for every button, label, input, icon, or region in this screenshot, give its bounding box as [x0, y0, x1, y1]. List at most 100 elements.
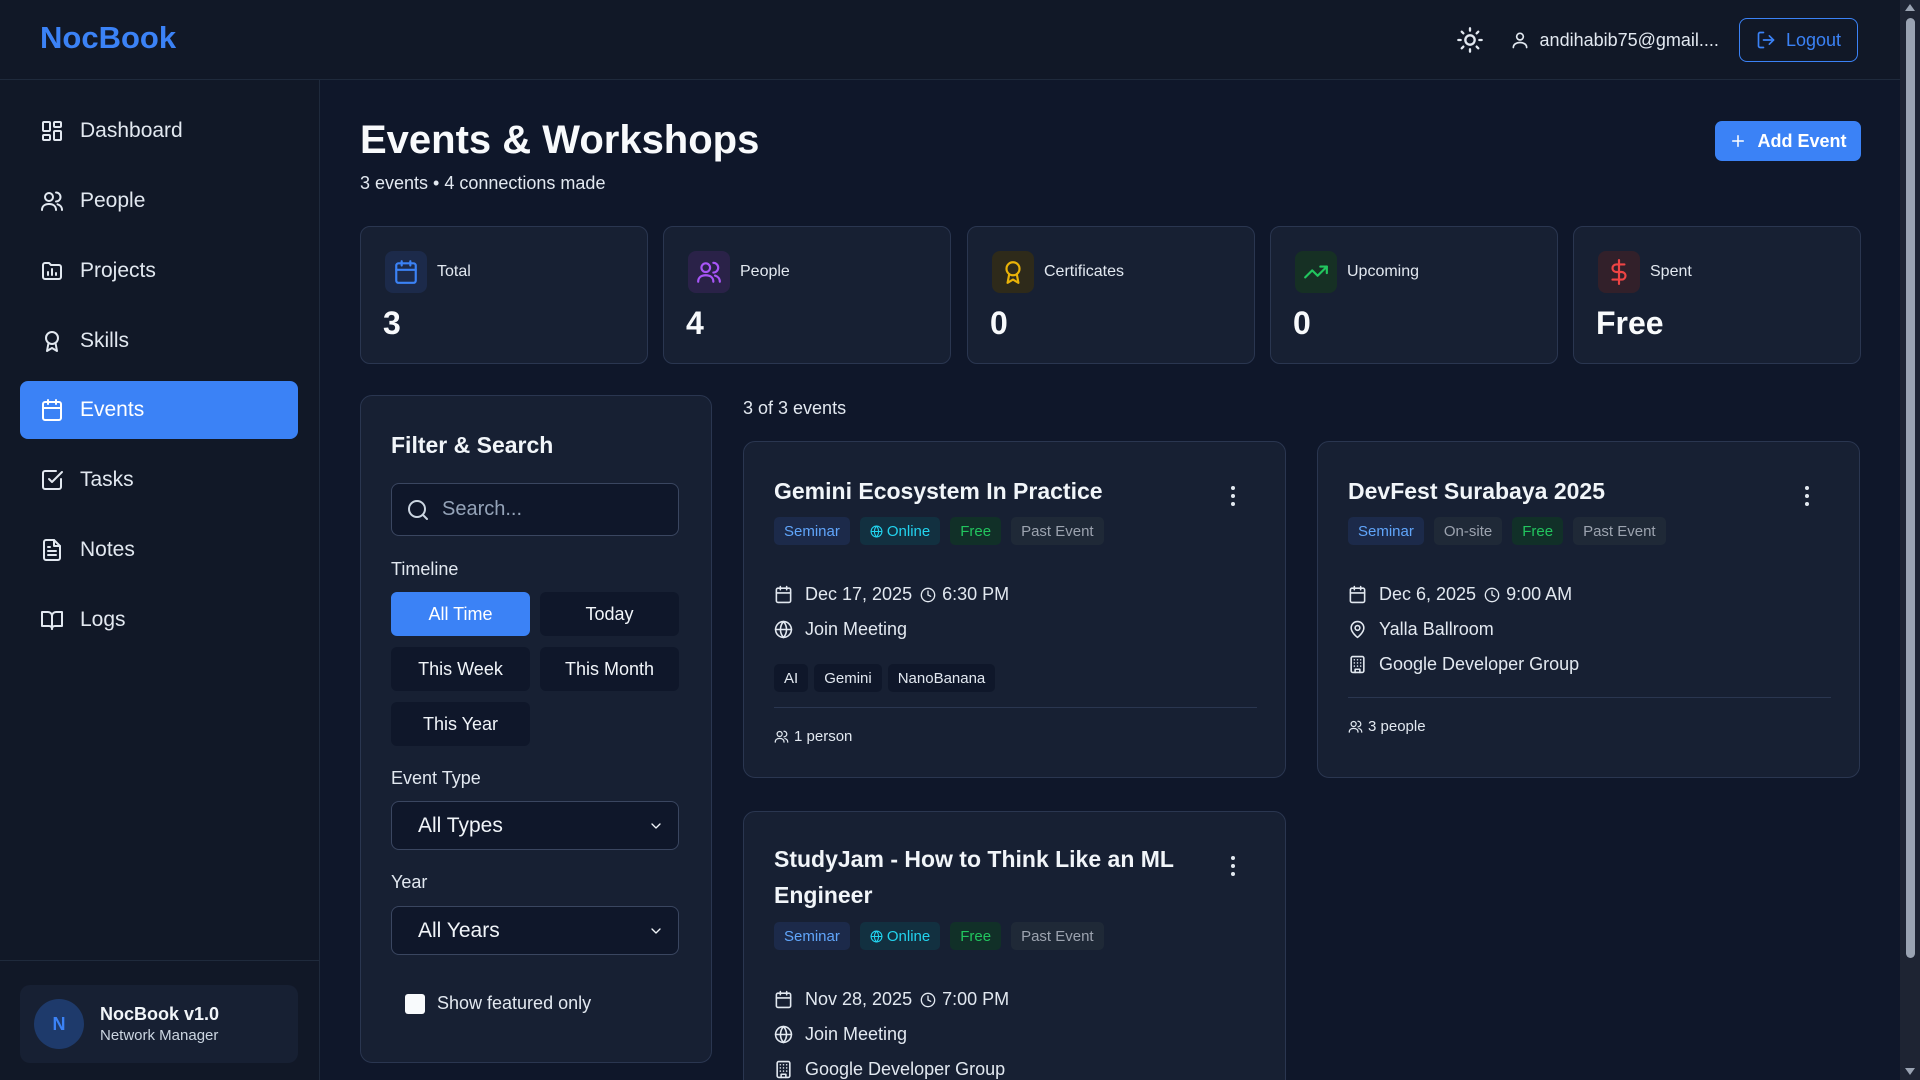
- price-badge: Free: [1512, 517, 1564, 545]
- sidebar-item-label: Projects: [80, 259, 156, 282]
- page-scrollbar[interactable]: [1900, 0, 1920, 1080]
- people-count: 1 person: [794, 728, 853, 745]
- sidebar-item-label: People: [80, 189, 146, 212]
- event-type-badge: Seminar: [774, 922, 850, 950]
- tag: NanoBanana: [887, 664, 996, 692]
- featured-checkbox[interactable]: [405, 993, 425, 1014]
- event-badges: Seminar On-site Free Past Event: [1348, 517, 1676, 545]
- timeline-all-time-button[interactable]: All Time: [391, 592, 530, 636]
- event-datetime: Nov 28, 2025 7:00 PM: [774, 989, 1009, 1010]
- calendar-icon: [42, 399, 62, 421]
- folder-chart-icon: [42, 262, 62, 280]
- sidebar-item-label: Skills: [80, 329, 130, 352]
- sidebar-item-events[interactable]: Events: [20, 381, 298, 439]
- results-count: 3 of 3 events: [743, 398, 847, 418]
- year-value: All Years: [418, 918, 500, 942]
- sidebar-item-label: Logs: [80, 608, 126, 631]
- featured-filter[interactable]: Show featured only: [405, 993, 591, 1014]
- sidebar-item-people[interactable]: People: [20, 172, 298, 230]
- add-event-label: Add Event: [1757, 130, 1847, 151]
- timeline-this-month-button[interactable]: This Month: [540, 647, 679, 691]
- header-actions: andihabib75@gmail.... Logout: [1456, 18, 1858, 62]
- stat-value: Free: [1596, 305, 1664, 341]
- year-select[interactable]: All Years: [391, 906, 679, 955]
- top-bar: NocBook andihabib75@gmail.... Logout: [0, 0, 1900, 80]
- stat-card-upcoming: Upcoming 0: [1270, 226, 1558, 364]
- users-icon: [41, 191, 63, 211]
- stat-label: Upcoming: [1347, 263, 1420, 280]
- calendar-icon: [775, 990, 792, 1009]
- event-location[interactable]: Join Meeting: [774, 1024, 907, 1045]
- book-icon: [41, 611, 63, 630]
- sidebar-item-tasks[interactable]: Tasks: [20, 451, 298, 509]
- sidebar-item-dashboard[interactable]: Dashboard: [20, 102, 298, 160]
- status-badge: Past Event: [1573, 517, 1666, 545]
- event-date: Dec 6, 2025: [1379, 584, 1477, 604]
- event-card[interactable]: Gemini Ecosystem In Practice Seminar Onl…: [743, 441, 1286, 778]
- app-brand[interactable]: NocBook: [40, 20, 176, 56]
- event-organizer-label: Google Developer Group: [1379, 654, 1580, 674]
- more-vertical-icon[interactable]: [1801, 484, 1813, 508]
- event-card[interactable]: DevFest Surabaya 2025 Seminar On-site Fr…: [1317, 441, 1860, 778]
- globe-icon: [774, 620, 793, 639]
- event-card[interactable]: StudyJam - How to Think Like an ML Engin…: [743, 811, 1286, 1080]
- timeline-this-year-button[interactable]: This Year: [391, 702, 530, 746]
- user-menu[interactable]: andihabib75@gmail....: [1510, 30, 1719, 51]
- stat-value: 4: [686, 305, 704, 341]
- award-icon: [992, 251, 1034, 293]
- badge-label: Online: [886, 522, 931, 540]
- app-info-card: N NocBook v1.0 Network Manager: [20, 985, 298, 1063]
- logout-button[interactable]: Logout: [1738, 18, 1858, 62]
- sidebar-item-label: Tasks: [80, 468, 134, 491]
- sidebar-item-label: Notes: [80, 538, 135, 561]
- stat-value: 0: [990, 305, 1008, 341]
- event-badges: Seminar Online Free Past Event: [774, 922, 1114, 950]
- dashboard-icon: [42, 121, 62, 141]
- sidebar-item-label: Events: [80, 398, 145, 421]
- status-badge: Past Event: [1011, 922, 1104, 950]
- sidebar-item-logs[interactable]: Logs: [20, 591, 298, 649]
- checkbox-icon: [42, 470, 63, 490]
- event-location[interactable]: Join Meeting: [774, 619, 907, 640]
- globe-icon: [870, 525, 883, 537]
- price-badge: Free: [950, 922, 1002, 950]
- scroll-up-arrow-icon[interactable]: [1905, 4, 1915, 11]
- timeline-today-button[interactable]: Today: [540, 592, 679, 636]
- more-vertical-icon[interactable]: [1227, 484, 1239, 508]
- event-type-label: Event Type: [391, 768, 481, 788]
- timeline-this-week-button[interactable]: This Week: [391, 647, 530, 691]
- online-badge: Online: [859, 922, 941, 950]
- scroll-thumb[interactable]: [1906, 18, 1915, 958]
- people-count: 3 people: [1368, 718, 1426, 735]
- event-type-value: All Types: [418, 813, 503, 837]
- users-icon: [1348, 720, 1363, 733]
- event-type-select[interactable]: All Types: [391, 801, 679, 850]
- sidebar-item-projects[interactable]: Projects: [20, 242, 298, 300]
- event-time: 7:00 PM: [942, 989, 1010, 1009]
- calendar-icon: [775, 585, 792, 604]
- document-icon: [43, 539, 61, 561]
- stat-label: People: [740, 263, 790, 280]
- stat-label: Certificates: [1044, 263, 1125, 280]
- scroll-down-arrow-icon[interactable]: [1905, 1068, 1915, 1075]
- app-tagline: Network Manager: [100, 1027, 219, 1044]
- building-icon: [1350, 655, 1365, 674]
- event-people: 3 people: [1348, 718, 1426, 735]
- search-field[interactable]: [391, 483, 679, 536]
- more-vertical-icon[interactable]: [1227, 854, 1239, 878]
- chevron-down-icon: [651, 927, 661, 934]
- theme-toggle-sun-icon[interactable]: [1456, 26, 1484, 54]
- sidebar-item-notes[interactable]: Notes: [20, 521, 298, 579]
- event-tags: AI Gemini NanoBanana: [774, 664, 1001, 692]
- users-icon: [688, 251, 730, 293]
- divider: [1348, 697, 1831, 698]
- add-event-button[interactable]: Add Event: [1715, 121, 1861, 161]
- event-location-label: Yalla Ballroom: [1379, 619, 1494, 639]
- event-datetime: Dec 17, 2025 6:30 PM: [774, 584, 1009, 605]
- sidebar-item-skills[interactable]: Skills: [20, 312, 298, 370]
- clock-icon: [1484, 587, 1500, 602]
- user-email: andihabib75@gmail....: [1539, 29, 1719, 50]
- event-time: 9:00 AM: [1506, 584, 1573, 604]
- app-version: NocBook v1.0: [100, 1004, 220, 1024]
- search-input[interactable]: [442, 498, 662, 521]
